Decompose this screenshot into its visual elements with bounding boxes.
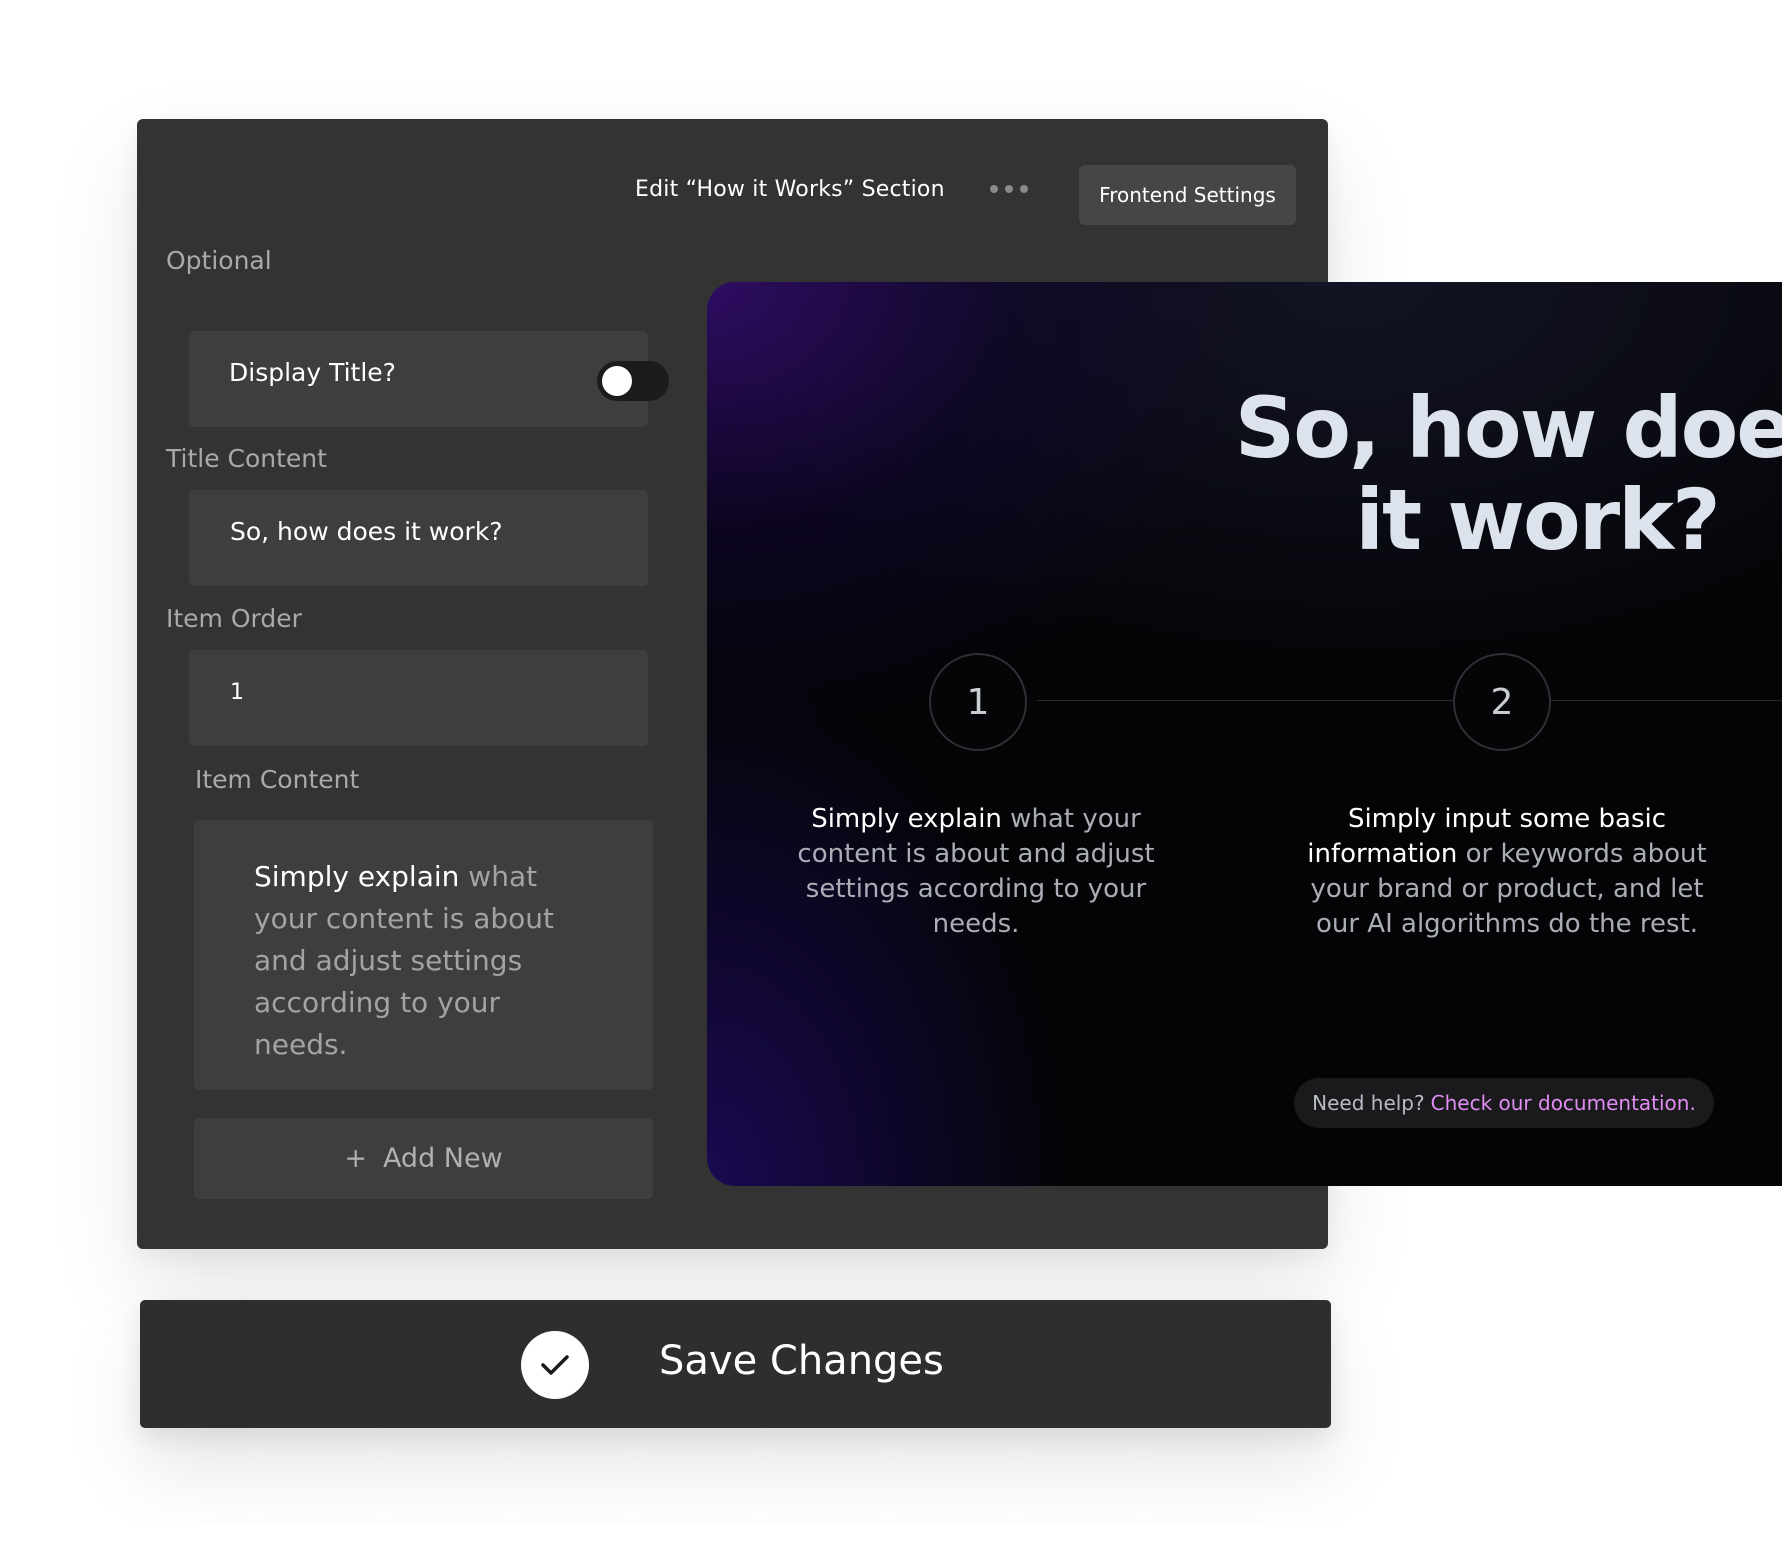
section-preview: So, how does it work? 1 Simply explain w… <box>707 282 1782 1186</box>
item-order-label: Item Order <box>166 604 302 633</box>
help-pill: Need help? Check our documentation. <box>1294 1078 1714 1128</box>
toggle-knob <box>602 366 632 396</box>
item-content-field[interactable]: Simply explain what your content is abou… <box>194 820 653 1090</box>
title-content-field[interactable]: So, how does it work? <box>189 490 648 586</box>
item-content-highlight: Simply explain <box>254 860 460 893</box>
save-changes-button[interactable]: Save Changes <box>140 1300 1331 1428</box>
checkmark-icon <box>521 1331 589 1399</box>
more-dots-icon[interactable] <box>990 185 1028 193</box>
display-title-toggle[interactable] <box>597 361 669 401</box>
display-title-row: Display Title? <box>189 331 669 427</box>
item-content-label: Item Content <box>195 765 360 794</box>
preview-title: So, how does it work? <box>1197 382 1782 566</box>
step-1-number: 1 <box>929 653 1027 751</box>
title-content-value: So, how does it work? <box>230 517 503 546</box>
documentation-link[interactable]: Check our documentation. <box>1431 1091 1696 1115</box>
optional-label: Optional <box>166 246 272 275</box>
step-2-number: 2 <box>1453 653 1551 751</box>
step-1-highlight: Simply explain <box>811 804 1002 834</box>
step-2-description: Simply input some basic information or k… <box>1307 802 1707 942</box>
panel-title: Edit “How it Works” Section <box>635 177 945 202</box>
preview-title-line1: So, how does <box>1234 379 1782 477</box>
steps-connector-line <box>1037 700 1782 701</box>
title-content-label: Title Content <box>166 444 327 473</box>
frontend-settings-button[interactable]: Frontend Settings <box>1079 165 1296 225</box>
add-new-label: Add New <box>382 1143 503 1174</box>
plus-icon: + <box>344 1143 367 1174</box>
save-changes-label: Save Changes <box>659 1338 944 1384</box>
item-content-text: Simply explain what your content is abou… <box>254 856 564 1066</box>
step-1-description: Simply explain what your content is abou… <box>786 802 1166 942</box>
item-order-value: 1 <box>230 680 244 705</box>
preview-title-line2: it work? <box>1355 471 1721 569</box>
add-new-button[interactable]: + Add New <box>194 1118 653 1199</box>
display-title-label: Display Title? <box>229 358 396 387</box>
help-question: Need help? <box>1312 1091 1425 1115</box>
item-order-field[interactable]: 1 <box>189 650 648 746</box>
